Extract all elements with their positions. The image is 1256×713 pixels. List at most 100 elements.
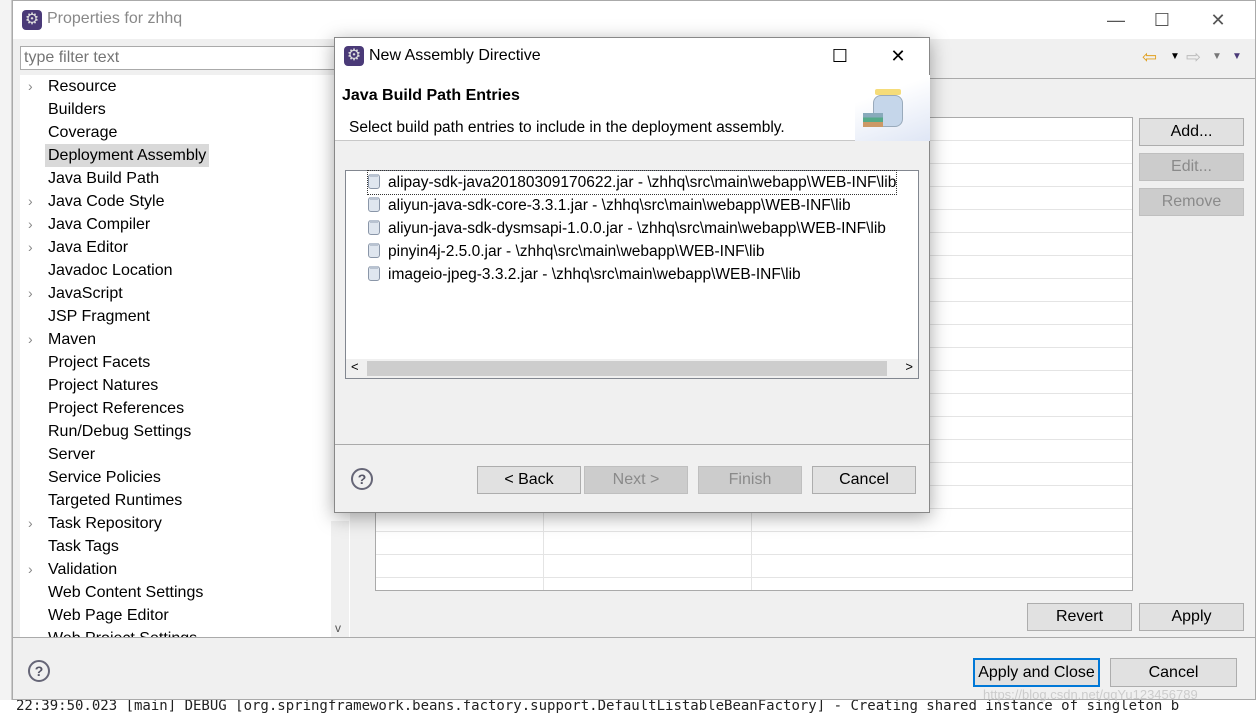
remove-label: Remove (1161, 193, 1222, 210)
tree-item-label: Web Content Settings (48, 584, 204, 601)
tree-item-label: Task Repository (48, 515, 162, 532)
chevron-right-icon[interactable]: › (28, 213, 33, 236)
help-icon[interactable]: ? (351, 468, 373, 490)
cancel-button[interactable]: Cancel (1110, 658, 1237, 687)
list-item[interactable]: pinyin4j-2.5.0.jar - \zhhq\src\main\weba… (368, 240, 764, 263)
list-item[interactable]: aliyun-java-sdk-core-3.3.1.jar - \zhhq\s… (368, 194, 851, 217)
dialog-cancel-label: Cancel (839, 471, 889, 488)
apply-and-close-label: Apply and Close (978, 663, 1095, 681)
tree-item-label: Deployment Assembly (45, 144, 210, 167)
chevron-right-icon[interactable]: › (28, 282, 33, 305)
new-assembly-directive-dialog: ⚙ New Assembly Directive ☐ ✕ Java Build … (334, 37, 930, 513)
edit-button[interactable]: Edit... (1139, 153, 1244, 181)
back-arrow-icon[interactable]: ⇦ (1142, 47, 1157, 68)
chevron-right-icon[interactable]: › (28, 558, 33, 581)
list-item[interactable]: imageio-jpeg-3.3.2.jar - \zhhq\src\main\… (368, 263, 801, 286)
tree-item-label: Server (48, 446, 96, 463)
chevron-right-icon[interactable]: › (28, 190, 33, 213)
tree-item-label: Web Page Editor (48, 607, 169, 624)
filter-input[interactable] (20, 46, 336, 70)
apply-and-close-button[interactable]: Apply and Close (973, 658, 1100, 687)
wizard-header: Java Build Path Entries Select build pat… (335, 75, 930, 141)
tree-item-label: Java Code Style (48, 193, 165, 210)
jar-file-icon (368, 220, 380, 235)
next-label: Next > (612, 471, 660, 488)
wizard-description: Select build path entries to include in … (349, 119, 785, 136)
properties-tree: › Resource Builders Coverage Deployment Asse… (20, 75, 350, 637)
tree-item-label: Service Policies (48, 469, 161, 486)
cancel-label: Cancel (1148, 663, 1199, 681)
scrollbar-thumb[interactable] (367, 361, 887, 376)
dialog-title: New Assembly Directive (369, 47, 541, 64)
tree-item-label: Project Natures (48, 377, 159, 394)
chevron-right-icon[interactable]: › (28, 512, 33, 535)
finish-button[interactable]: Finish (698, 466, 802, 494)
jar-file-icon (368, 197, 380, 212)
list-item[interactable]: aliyun-java-sdk-dysmsapi-1.0.0.jar - \zh… (368, 217, 886, 240)
jar-file-icon (368, 243, 380, 258)
entry-label: alipay-sdk-java20180309170622.jar - \zhh… (388, 174, 897, 191)
build-path-entries-list[interactable]: < > alipay-sdk-java20180309170622.jar - … (345, 170, 919, 379)
jar-file-icon (368, 174, 380, 189)
tree-item-label: Run/Debug Settings (48, 423, 192, 440)
minimize-button[interactable]: — (1093, 1, 1139, 39)
help-icon[interactable]: ? (28, 660, 50, 682)
tree-item-label: Validation (48, 561, 118, 578)
dialog-maximize-button[interactable]: ☐ (817, 38, 863, 75)
back-history-dropdown-icon[interactable]: ▼ (1170, 51, 1180, 62)
entry-label: pinyin4j-2.5.0.jar - \zhhq\src\main\weba… (388, 243, 765, 260)
watermark: https://blog.csdn.net/qqYu123456789 (983, 687, 1198, 702)
maximize-button[interactable]: ☐ (1139, 1, 1185, 39)
add-button[interactable]: Add... (1139, 118, 1244, 146)
close-button[interactable]: ✕ (1195, 1, 1241, 39)
revert-label: Revert (1055, 608, 1104, 625)
tree-scrollbar[interactable]: v (331, 521, 349, 637)
tree-item-label: Task Tags (48, 538, 119, 555)
tree-item-label: Java Compiler (48, 216, 151, 233)
dialog-title-bar: ⚙ New Assembly Directive ☐ ✕ (335, 38, 929, 75)
finish-label: Finish (728, 471, 772, 488)
apply-label: Apply (1171, 608, 1212, 625)
back-button[interactable]: < Back (477, 466, 581, 494)
tree-item-label: Web Project Settings (45, 627, 200, 637)
tree-item-label: Targeted Runtimes (48, 492, 183, 509)
tree-item-label: Java Editor (48, 239, 129, 256)
jar-file-icon (368, 266, 380, 281)
entry-label: aliyun-java-sdk-dysmsapi-1.0.0.jar - \zh… (388, 220, 886, 237)
chevron-right-icon[interactable]: › (28, 328, 33, 351)
forward-arrow-icon[interactable]: ⇨ (1186, 47, 1201, 68)
dialog-cancel-button[interactable]: Cancel (812, 466, 916, 494)
view-menu-icon[interactable]: ▼ (1232, 51, 1242, 62)
chevron-right-icon[interactable]: › (28, 236, 33, 259)
tree-item-label: Project Facets (48, 354, 151, 371)
chevron-right-icon[interactable]: › (28, 75, 33, 98)
scroll-down-icon[interactable]: v (335, 621, 341, 635)
scroll-right-icon[interactable]: > (905, 359, 913, 374)
tree-item-label: Builders (48, 101, 106, 118)
remove-button[interactable]: Remove (1139, 188, 1244, 216)
dialog-close-button[interactable]: ✕ (875, 38, 921, 75)
scroll-left-icon[interactable]: < (351, 359, 359, 374)
tree-item-label: Coverage (48, 124, 118, 141)
tree-item-label: Maven (48, 331, 97, 348)
eclipse-icon: ⚙ (344, 46, 364, 66)
wizard-heading: Java Build Path Entries (342, 87, 520, 104)
edit-label: Edit... (1171, 158, 1212, 175)
tree-item-label: Resource (48, 78, 117, 95)
add-label: Add... (1170, 123, 1213, 140)
tree-item-label: Javadoc Location (48, 262, 173, 279)
tree-item-label: Project References (48, 400, 185, 417)
forward-history-dropdown-icon[interactable]: ▼ (1212, 51, 1222, 62)
entry-label: imageio-jpeg-3.3.2.jar - \zhhq\src\main\… (388, 266, 801, 283)
back-label: < Back (504, 471, 554, 488)
tree-item-label: Java Build Path (48, 170, 160, 187)
background-ide (0, 0, 12, 713)
apply-button[interactable]: Apply (1139, 603, 1244, 631)
tree-item-label: JSP Fragment (48, 308, 150, 325)
entry-label: aliyun-java-sdk-core-3.3.1.jar - \zhhq\s… (388, 197, 851, 214)
horizontal-scrollbar[interactable]: < > (346, 359, 918, 378)
jar-library-icon (855, 75, 930, 141)
revert-button[interactable]: Revert (1027, 603, 1132, 631)
list-item[interactable]: alipay-sdk-java20180309170622.jar - \zhh… (366, 170, 898, 195)
next-button[interactable]: Next > (584, 466, 688, 494)
